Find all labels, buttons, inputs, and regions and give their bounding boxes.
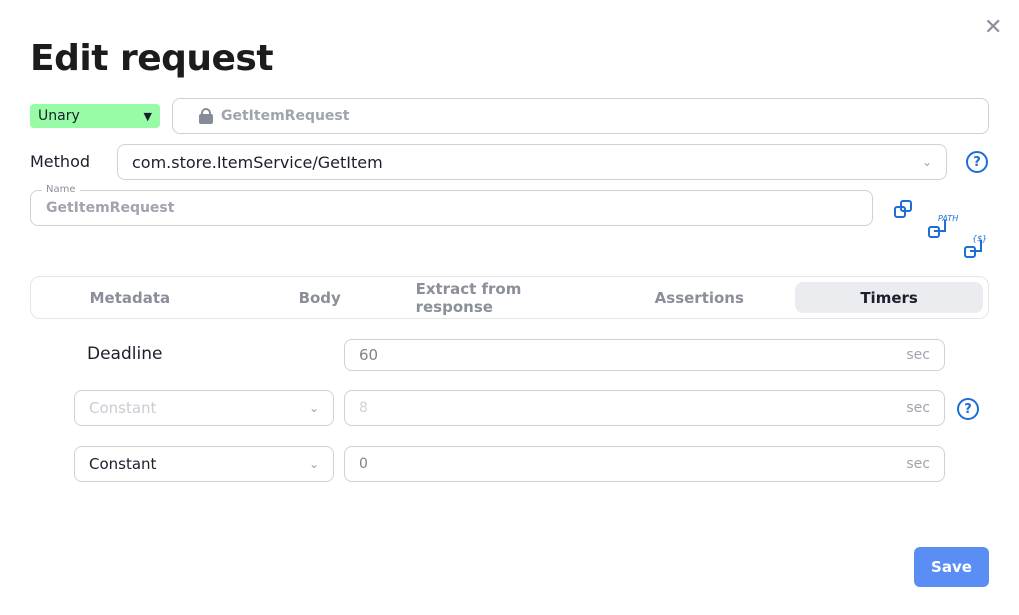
timer-value-input-2[interactable]: 0 sec: [344, 446, 945, 482]
tab-assertions[interactable]: Assertions: [605, 282, 793, 313]
tab-extract-from-response[interactable]: Extract from response: [416, 280, 604, 316]
timer-type-select-2[interactable]: Constant ⌄: [74, 446, 334, 482]
help-icon[interactable]: ?: [957, 398, 979, 420]
chevron-down-icon: ⌄: [308, 401, 319, 415]
request-name-locked: GetItemRequest: [172, 98, 989, 134]
timer-value: 8: [359, 400, 368, 416]
timer-type-select-1[interactable]: Constant ⌄: [74, 390, 334, 426]
copy-path-icon[interactable]: PATH: [928, 214, 958, 240]
timer-value: 0: [359, 456, 368, 472]
name-value: GetItemRequest: [46, 200, 175, 216]
tab-metadata[interactable]: Metadata: [36, 282, 224, 313]
deadline-input[interactable]: 60 sec: [344, 339, 945, 371]
chevron-down-icon: ⌄: [308, 457, 319, 471]
timer-type-value: Constant: [89, 455, 157, 473]
chevron-down-icon: ⌄: [921, 155, 932, 169]
tab-timers[interactable]: Timers: [795, 282, 983, 313]
deadline-value: 60: [359, 346, 379, 364]
help-icon[interactable]: ?: [966, 151, 988, 173]
chevron-down-icon: ▼: [143, 109, 152, 123]
unit-label: sec: [906, 456, 930, 472]
unit-label: sec: [906, 400, 930, 416]
timer-value-input-1[interactable]: 8 sec: [344, 390, 945, 426]
tab-body[interactable]: Body: [226, 282, 414, 313]
copy-icon[interactable]: [894, 200, 914, 220]
tab-bar: Metadata Body Extract from response Asse…: [30, 276, 989, 319]
timer-type-value: Constant: [89, 399, 157, 417]
name-input[interactable]: GetItemRequest: [30, 190, 873, 226]
method-select[interactable]: com.store.ItemService/GetItem ⌄: [117, 144, 947, 180]
save-button[interactable]: Save: [914, 547, 989, 587]
lock-icon: [199, 108, 213, 124]
request-type-value: Unary: [38, 108, 80, 124]
variable-label: {$}: [972, 234, 988, 243]
copy-variable-icon[interactable]: {$}: [964, 234, 987, 260]
method-label: Method: [30, 152, 91, 171]
page-title: Edit request: [30, 38, 274, 79]
method-value: com.store.ItemService/GetItem: [132, 152, 383, 172]
request-type-select[interactable]: Unary ▼: [30, 104, 160, 128]
deadline-label: Deadline: [87, 344, 163, 364]
name-label: Name: [42, 184, 80, 195]
request-name-text: GetItemRequest: [221, 108, 350, 124]
unit-label: sec: [906, 347, 930, 363]
path-label: PATH: [938, 214, 959, 223]
close-button[interactable]: ✕: [984, 17, 1002, 39]
